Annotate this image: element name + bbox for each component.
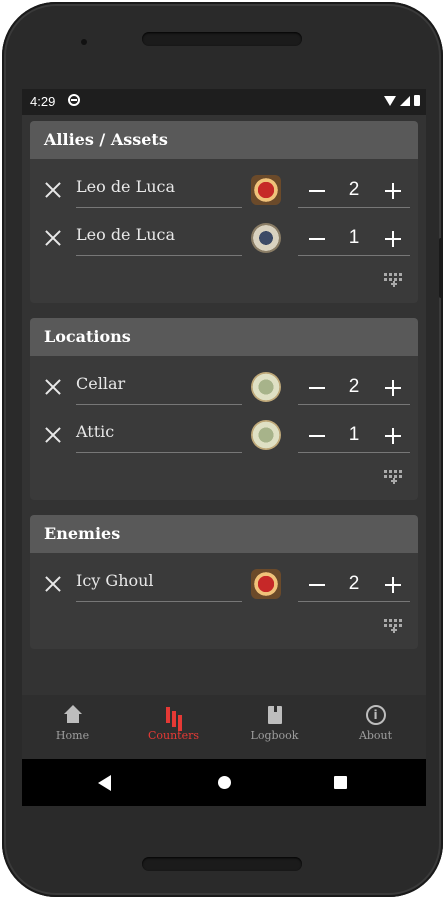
phone-frame: 4:29 Allies / Assets Leo de Luca 2 Leo d… [2, 2, 443, 897]
info-icon [365, 705, 386, 725]
status-time: 4:29 [30, 94, 56, 109]
system-navigation-bar [22, 759, 426, 806]
section-title: Enemies [30, 515, 418, 553]
counter-stepper: 2 [298, 374, 410, 405]
signal-icon [400, 95, 410, 106]
counter-stepper: 2 [298, 571, 410, 602]
counter-row: Leo de Luca 2 [30, 169, 418, 217]
counter-value: 1 [348, 227, 360, 248]
status-bar: 4:29 [22, 89, 426, 115]
section-enemies: Enemies Icy Ghoul 2 [30, 515, 418, 649]
counter-value: 1 [348, 424, 360, 445]
wound-token-icon[interactable] [251, 175, 281, 205]
remove-icon[interactable] [44, 378, 62, 396]
increment-button[interactable] [382, 225, 404, 253]
clue-token-icon[interactable] [251, 420, 281, 450]
counter-stepper: 1 [298, 422, 410, 453]
decrement-button[interactable] [306, 422, 328, 450]
recents-icon[interactable] [334, 776, 347, 789]
counter-value: 2 [348, 179, 360, 200]
counter-name[interactable]: Cellar [76, 374, 242, 405]
bar-chart-icon [164, 705, 184, 725]
counters-list: Allies / Assets Leo de Luca 2 Leo de Luc… [22, 115, 426, 695]
counter-value: 2 [348, 376, 360, 397]
front-camera [81, 39, 87, 45]
increment-button[interactable] [382, 571, 404, 599]
section-title: Locations [30, 318, 418, 356]
nav-counters[interactable]: Counters [123, 705, 224, 742]
add-counter-icon[interactable] [384, 470, 404, 490]
remove-icon[interactable] [44, 575, 62, 593]
back-icon[interactable] [98, 775, 111, 791]
bottom-speaker [142, 857, 302, 871]
increment-button[interactable] [382, 177, 404, 205]
clue-token-icon[interactable] [251, 372, 281, 402]
screen: 4:29 Allies / Assets Leo de Luca 2 Leo d… [22, 89, 426, 806]
nav-home[interactable]: Home [22, 705, 123, 742]
decrement-button[interactable] [306, 571, 328, 599]
nav-label: Counters [147, 729, 200, 742]
increment-button[interactable] [382, 374, 404, 402]
nav-label: About [358, 729, 393, 742]
decrement-button[interactable] [306, 374, 328, 402]
counter-value: 2 [348, 573, 360, 594]
remove-icon[interactable] [44, 181, 62, 199]
dnd-icon [68, 94, 80, 106]
battery-icon [414, 95, 420, 106]
counter-name[interactable]: Leo de Luca [76, 177, 242, 208]
book-icon [265, 705, 285, 725]
nav-about[interactable]: About [325, 705, 426, 742]
home-button-icon[interactable] [218, 776, 231, 789]
decrement-button[interactable] [306, 225, 328, 253]
counter-name[interactable]: Leo de Luca [76, 225, 242, 256]
counter-row: Attic 1 [30, 414, 418, 462]
section-locations: Locations Cellar 2 Attic 1 [30, 318, 418, 500]
counter-row: Cellar 2 [30, 366, 418, 414]
earpiece-speaker [142, 32, 302, 46]
counter-stepper: 1 [298, 225, 410, 256]
counter-stepper: 2 [298, 177, 410, 208]
status-icons [384, 95, 420, 106]
bottom-navigation: Home Counters Logbook About [22, 695, 426, 759]
remove-icon[interactable] [44, 229, 62, 247]
horror-token-icon[interactable] [251, 223, 281, 253]
increment-button[interactable] [382, 422, 404, 450]
section-allies-assets: Allies / Assets Leo de Luca 2 Leo de Luc… [30, 121, 418, 303]
nav-label: Logbook [250, 729, 299, 742]
nav-logbook[interactable]: Logbook [224, 705, 325, 742]
counter-row: Icy Ghoul 2 [30, 563, 418, 611]
add-counter-icon[interactable] [384, 273, 404, 293]
counter-row: Leo de Luca 1 [30, 217, 418, 265]
counter-name[interactable]: Attic [76, 422, 242, 453]
decrement-button[interactable] [306, 177, 328, 205]
counter-name[interactable]: Icy Ghoul [76, 571, 242, 602]
wound-token-icon[interactable] [251, 569, 281, 599]
nav-label: Home [55, 729, 90, 742]
power-button [439, 238, 443, 298]
add-counter-icon[interactable] [384, 619, 404, 639]
home-icon [63, 705, 83, 725]
remove-icon[interactable] [44, 426, 62, 444]
section-title: Allies / Assets [30, 121, 418, 159]
wifi-icon [384, 95, 396, 106]
